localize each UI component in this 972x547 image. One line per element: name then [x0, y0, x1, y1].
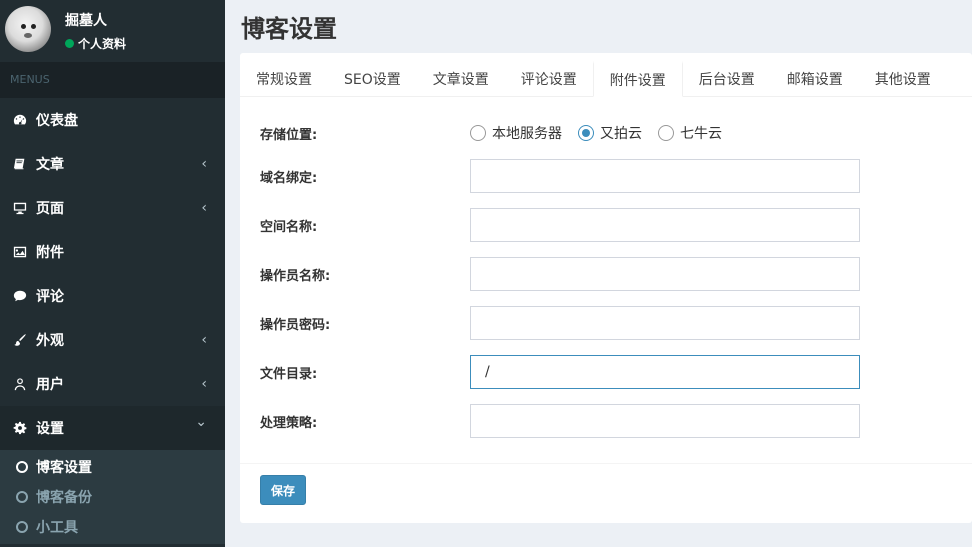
- radio-circle[interactable]: [470, 125, 486, 141]
- directory-label: 文件目录:: [260, 366, 318, 382]
- submenu-label: 博客备份: [36, 490, 92, 506]
- nav-item-posts[interactable]: 文章 ‹: [0, 142, 225, 186]
- nav-label: 文章: [36, 157, 64, 173]
- space-label: 空间名称:: [260, 219, 318, 235]
- nav-label: 页面: [36, 201, 64, 217]
- space-row: 空间名称:: [260, 208, 960, 242]
- user-profile-link[interactable]: 个人资料: [65, 35, 126, 52]
- storage-label: 存储位置:: [260, 127, 318, 143]
- domain-input[interactable]: [470, 159, 860, 193]
- password-row: 操作员密码:: [260, 306, 960, 340]
- tab-comments[interactable]: 评论设置: [505, 61, 593, 97]
- nav-item-settings[interactable]: 设置 ⌄: [0, 406, 225, 450]
- radio-local-server[interactable]: 本地服务器: [470, 123, 562, 143]
- user-panel: 掘墓人 个人资料: [0, 0, 225, 62]
- operator-label: 操作员名称:: [260, 268, 331, 284]
- operator-name-input[interactable]: [470, 257, 860, 291]
- tab-other[interactable]: 其他设置: [859, 61, 947, 97]
- nav-item-dashboard[interactable]: 仪表盘: [0, 98, 225, 142]
- nav-item-appearance[interactable]: 外观 ‹: [0, 318, 225, 362]
- chevron-down-icon: ⌄: [195, 414, 207, 430]
- radio-label: 本地服务器: [492, 126, 562, 142]
- box-footer: 保存: [240, 463, 972, 523]
- nav-label: 用户: [36, 377, 64, 393]
- storage-radio-group: 本地服务器 又拍云 七牛云: [470, 123, 738, 143]
- storage-row: 存储位置: 本地服务器 又拍云 七牛云: [260, 123, 960, 143]
- policy-label: 处理策略:: [260, 415, 318, 431]
- submenu-label: 博客设置: [36, 460, 92, 476]
- book-icon: [12, 156, 28, 172]
- nav-label: 仪表盘: [36, 113, 78, 129]
- dashboard-icon: [12, 112, 28, 128]
- directory-row: 文件目录: /: [260, 355, 960, 389]
- user-name: 掘墓人: [65, 13, 107, 29]
- chevron-left-icon: ‹: [201, 376, 207, 392]
- file-directory-input[interactable]: /: [470, 355, 860, 389]
- chevron-left-icon: ‹: [201, 200, 207, 216]
- submenu-label: 小工具: [36, 520, 78, 536]
- radio-circle[interactable]: [658, 125, 674, 141]
- radio-circle[interactable]: [578, 125, 594, 141]
- comment-icon: [12, 288, 28, 304]
- password-label: 操作员密码:: [260, 317, 331, 333]
- submenu-item-blog-backup[interactable]: 博客备份: [0, 482, 225, 512]
- user-status-label: 个人资料: [78, 37, 127, 51]
- tab-seo[interactable]: SEO设置: [328, 61, 417, 97]
- brush-icon: [12, 332, 28, 348]
- save-button[interactable]: 保存: [260, 475, 306, 505]
- domain-label: 域名绑定:: [260, 170, 318, 186]
- submenu-item-widgets[interactable]: 小工具: [0, 512, 225, 542]
- nav-label: 评论: [36, 289, 64, 305]
- page-title: 博客设置: [241, 15, 337, 43]
- nav-item-users[interactable]: 用户 ‹: [0, 362, 225, 406]
- menu-header: MENUS: [0, 62, 225, 98]
- tab-admin[interactable]: 后台设置: [683, 61, 771, 97]
- nav-item-comments[interactable]: 评论: [0, 274, 225, 318]
- operator-row: 操作员名称:: [260, 257, 960, 291]
- image-icon: [12, 244, 28, 260]
- operator-password-input[interactable]: [470, 306, 860, 340]
- tab-general[interactable]: 常规设置: [240, 61, 328, 97]
- tab-email[interactable]: 邮箱设置: [771, 61, 859, 97]
- monitor-icon: [12, 200, 28, 216]
- radio-label: 七牛云: [680, 126, 722, 142]
- gear-icon: [12, 420, 28, 436]
- radio-label: 又拍云: [600, 126, 642, 142]
- chevron-left-icon: ‹: [201, 332, 207, 348]
- space-name-input[interactable]: [470, 208, 860, 242]
- sidebar: 掘墓人 个人资料 MENUS 仪表盘 文章 ‹ 页面 ‹ 附件 评论 外观 ‹ …: [0, 0, 225, 547]
- circle-icon: [16, 521, 28, 533]
- tab-bar: 常规设置 SEO设置 文章设置 评论设置 附件设置 后台设置 邮箱设置 其他设置: [240, 53, 972, 97]
- nav-label: 附件: [36, 245, 64, 261]
- nav-item-attachments[interactable]: 附件: [0, 230, 225, 274]
- user-icon: [12, 376, 28, 392]
- tab-posts[interactable]: 文章设置: [417, 61, 505, 97]
- domain-row: 域名绑定:: [260, 159, 960, 193]
- circle-icon: [16, 491, 28, 503]
- policy-row: 处理策略:: [260, 404, 960, 438]
- processing-policy-input[interactable]: [470, 404, 860, 438]
- circle-icon: [16, 461, 28, 473]
- tab-attachments[interactable]: 附件设置: [592, 61, 683, 97]
- chevron-left-icon: ‹: [201, 156, 207, 172]
- online-status-icon: [65, 39, 74, 48]
- settings-panel: 常规设置 SEO设置 文章设置 评论设置 附件设置 后台设置 邮箱设置 其他设置…: [240, 53, 972, 523]
- radio-upyun[interactable]: 又拍云: [578, 123, 642, 143]
- avatar[interactable]: [5, 6, 51, 52]
- settings-submenu: 博客设置 博客备份 小工具: [0, 450, 225, 544]
- nav-label: 设置: [36, 421, 64, 437]
- submenu-item-blog-settings[interactable]: 博客设置: [0, 452, 225, 482]
- radio-qiniu[interactable]: 七牛云: [658, 123, 722, 143]
- nav-item-pages[interactable]: 页面 ‹: [0, 186, 225, 230]
- nav-label: 外观: [36, 333, 64, 349]
